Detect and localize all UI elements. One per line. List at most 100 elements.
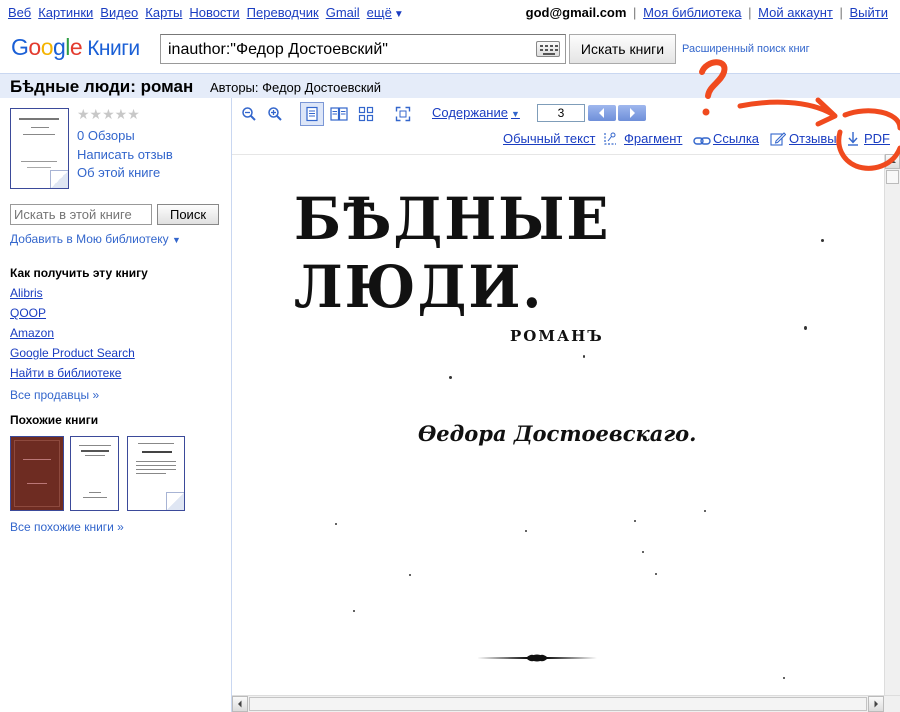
services-nav: Веб Картинки Видео Карты Новости Переводчик Gm… (8, 5, 404, 20)
account-nav: god@gmail.com | Моя библиотека | Мой акк… (525, 5, 889, 20)
authors-label: Авторы: (210, 80, 259, 95)
all-sellers-link[interactable]: Все продавцы » (10, 388, 99, 402)
scan-speck (409, 574, 411, 576)
get-book-heading: Как получить эту книгу (10, 266, 148, 280)
chain-link-icon[interactable] (693, 134, 711, 149)
seller-link-alibris[interactable]: Alibris (10, 286, 43, 300)
scanned-page-author: Ѳедора Достоевскаго. (418, 421, 697, 446)
similar-book-thumbnail[interactable] (127, 436, 185, 511)
plain-text-link[interactable]: Обычный текст (503, 131, 595, 146)
page-curl-icon (50, 170, 68, 188)
similar-books-heading: Похожие книги (10, 413, 99, 427)
user-email: god@gmail.com (525, 5, 627, 20)
virtual-keyboard-icon[interactable] (536, 41, 560, 57)
clip-link[interactable]: Фрагмент (624, 131, 682, 146)
scan-speck (428, 432, 430, 434)
google-books-logo[interactable]: Google Книги (11, 34, 140, 61)
pdf-download-link[interactable]: PDF (864, 131, 890, 146)
vertical-scroll-thumb[interactable] (886, 170, 899, 184)
author-name: Федор Достоевский (262, 80, 382, 95)
search-header: GoogleКниги Искать книги Расширенный пои… (0, 28, 900, 72)
about-book-link[interactable]: Об этой книге (77, 165, 160, 180)
zoom-out-icon[interactable] (238, 103, 260, 125)
thumbnail-grid-view-icon[interactable] (355, 103, 377, 125)
book-title: Бѣдные люди: роман (10, 77, 194, 96)
nav-link-maps[interactable]: Карты (145, 5, 182, 20)
chevron-down-icon[interactable]: ▼ (394, 9, 404, 20)
my-account-link[interactable]: Мой аккаунт (758, 5, 833, 20)
seller-link-find-in-library[interactable]: Найти в библиотеке (10, 366, 121, 380)
table-of-contents-dropdown[interactable]: Содержание ▼ (432, 105, 520, 120)
seller-link-qoop[interactable]: QOOP (10, 306, 46, 320)
chevron-down-icon: ▼ (172, 235, 181, 245)
reviews-link[interactable]: Отзывы (789, 131, 837, 146)
scan-speck (449, 376, 452, 379)
nav-link-web[interactable]: Веб (8, 5, 31, 20)
scan-speck (525, 530, 527, 532)
all-similar-books-link[interactable]: Все похожие книги » (10, 520, 124, 534)
book-title-bar: Бѣдные люди: роман Авторы: Федор Достоев… (0, 73, 900, 98)
scan-speck (655, 573, 657, 575)
book-page-viewer[interactable]: БѢДНЫЕ ЛЮДИ. РОМАНЪ Ѳедора Достоевскаго. (232, 154, 884, 695)
star-rating[interactable]: ★★★★★ (77, 106, 140, 123)
in-book-search-input[interactable] (14, 205, 150, 223)
contents-label: Содержание (432, 105, 508, 120)
seller-link-amazon[interactable]: Amazon (10, 326, 54, 340)
book-search-input[interactable] (168, 40, 528, 60)
nav-link-images[interactable]: Картинки (38, 5, 93, 20)
review-pencil-icon[interactable] (770, 131, 787, 149)
search-books-button[interactable]: Искать книги (569, 34, 676, 64)
book-authors: Авторы: Федор Достоевский (210, 80, 381, 95)
left-sidebar: ★★★★★ 0 Обзоры Написать отзыв Об этой кн… (0, 98, 231, 712)
next-page-button[interactable] (618, 105, 646, 121)
nav-link-video[interactable]: Видео (100, 5, 138, 20)
link-link[interactable]: Ссылка (713, 131, 759, 146)
book-cover-thumbnail[interactable] (10, 108, 69, 189)
previous-page-button[interactable] (588, 105, 616, 121)
nav-more-link[interactable]: ещё (367, 5, 392, 20)
page-curl-icon (166, 492, 184, 510)
scanned-page-subtitle: РОМАНЪ (510, 327, 604, 345)
scroll-up-button[interactable] (885, 154, 900, 169)
write-review-link[interactable]: Написать отзыв (77, 147, 173, 162)
advanced-search-link[interactable]: Расширенный поиск книг (682, 43, 810, 55)
nav-link-translate[interactable]: Переводчик (247, 5, 319, 20)
fullscreen-icon[interactable] (392, 103, 414, 125)
top-navigation-bar: Веб Картинки Видео Карты Новости Переводчик Gm… (0, 0, 900, 24)
scroll-right-button[interactable] (868, 696, 884, 712)
page-number-input[interactable]: 3 (537, 104, 585, 122)
scan-speck (704, 510, 706, 512)
in-book-search-box (10, 204, 152, 225)
similar-book-thumbnail[interactable] (70, 436, 119, 511)
vertical-scrollbar[interactable] (884, 154, 900, 695)
similar-book-thumbnail[interactable] (10, 436, 64, 511)
book-search-box (160, 34, 566, 64)
scanned-page-title: БѢДНЫЕ ЛЮДИ. (294, 185, 611, 321)
scan-speck (353, 610, 355, 612)
scan-speck (634, 520, 636, 522)
horizontal-scroll-thumb[interactable] (249, 697, 867, 711)
page-ornament (477, 654, 597, 662)
viewer-toolbar: Содержание ▼ 3 Обычный текст Фрагмент Ссы… (232, 98, 900, 154)
scan-speck (335, 523, 337, 525)
seller-link-google-product-search[interactable]: Google Product Search (10, 346, 135, 360)
scroll-left-button[interactable] (232, 696, 248, 712)
add-to-library-link[interactable]: Добавить в Мою библиотеку ▼ (10, 232, 181, 246)
clip-icon[interactable] (603, 131, 619, 149)
sign-out-link[interactable]: Выйти (850, 5, 889, 20)
reviews-count-link[interactable]: 0 Обзоры (77, 128, 135, 143)
download-icon[interactable] (847, 131, 859, 149)
scan-speck (583, 355, 585, 358)
scan-speck (804, 326, 807, 330)
logo-suffix: Книги (87, 37, 140, 60)
my-library-link[interactable]: Моя библиотека (643, 5, 741, 20)
scan-speck (642, 551, 644, 553)
nav-link-news[interactable]: Новости (189, 5, 239, 20)
in-book-search-button[interactable]: Поиск (157, 204, 219, 225)
two-page-view-icon[interactable] (327, 103, 349, 125)
single-page-view-icon[interactable] (300, 102, 324, 126)
zoom-in-icon[interactable] (264, 103, 286, 125)
nav-link-gmail[interactable]: Gmail (326, 5, 360, 20)
scan-speck (821, 239, 824, 242)
horizontal-scrollbar[interactable] (232, 695, 900, 712)
